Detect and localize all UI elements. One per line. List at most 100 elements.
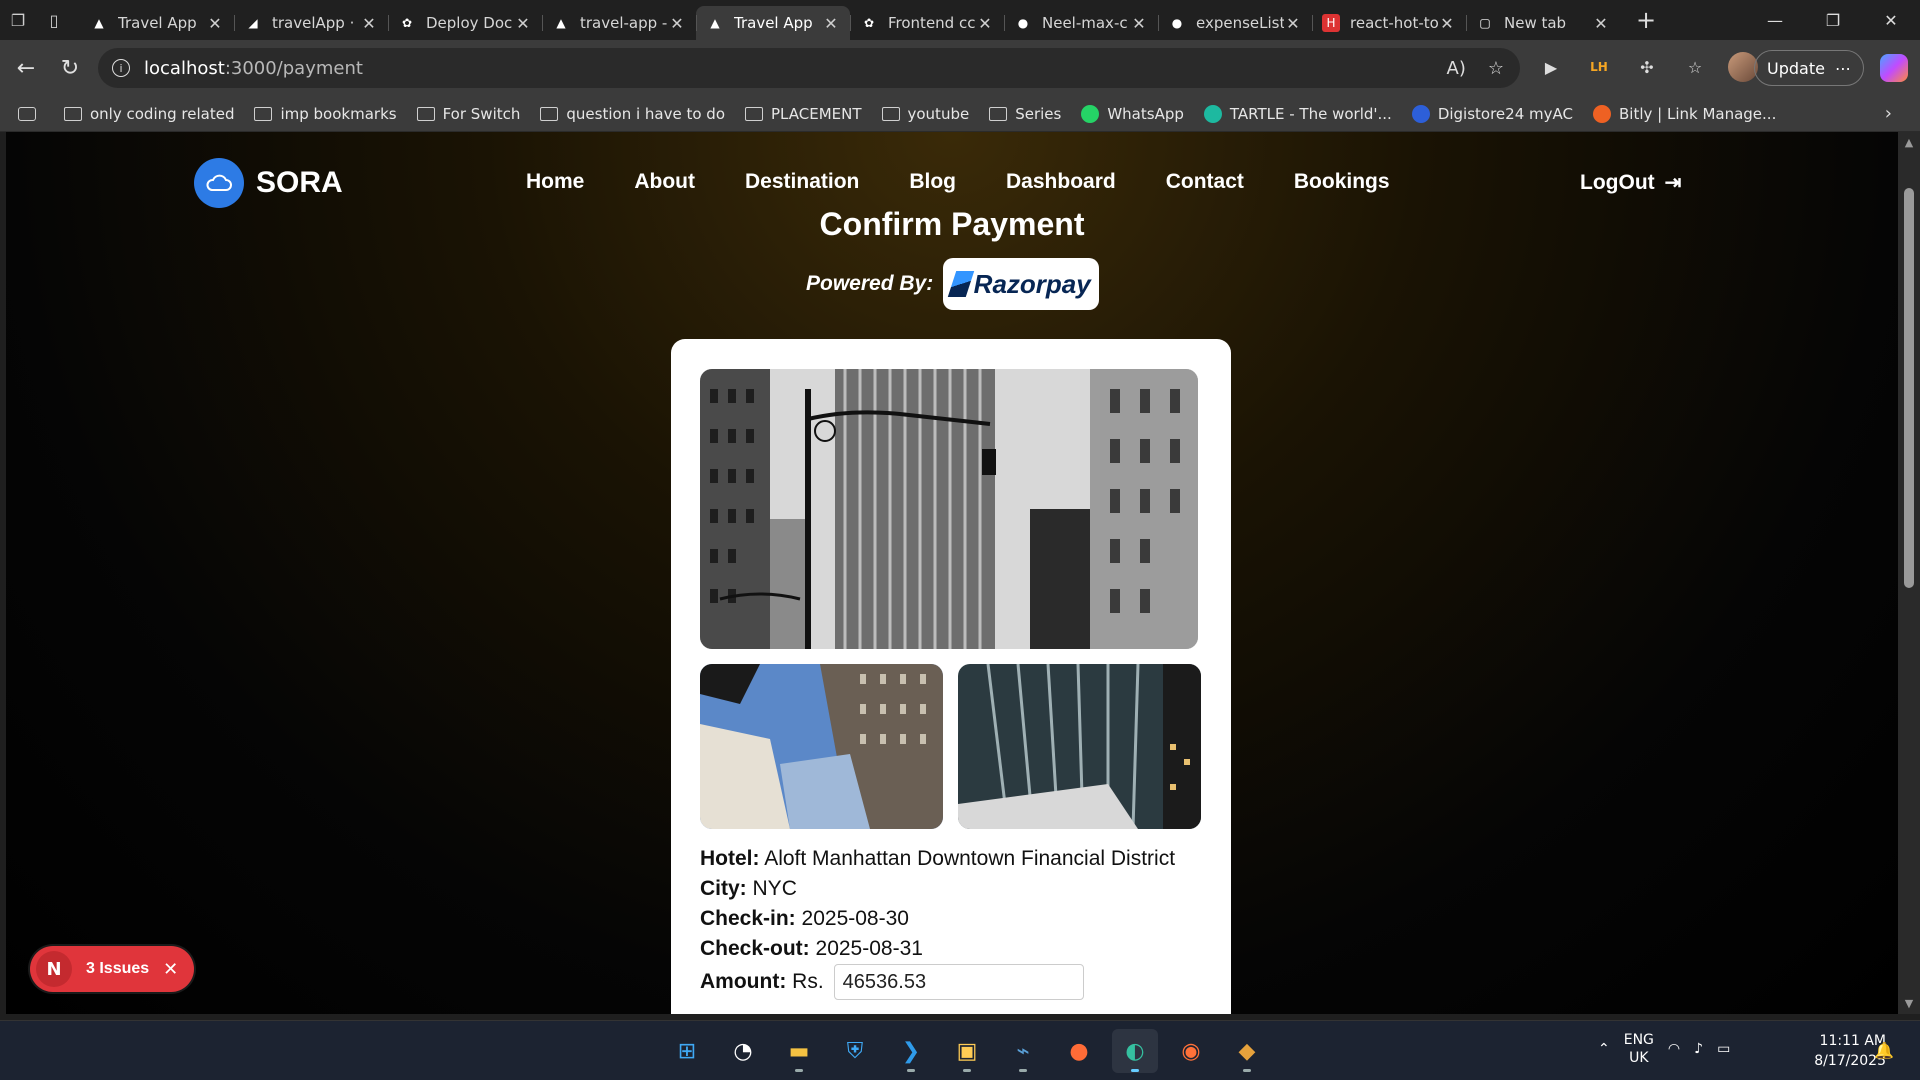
browser-tab[interactable]: ▲ Travel App ✕ [696, 6, 850, 40]
checkout-value: 2025-08-31 [815, 937, 923, 960]
browser-tab[interactable]: ✿ Deploy Doc ✕ [388, 6, 542, 40]
browser-tab[interactable]: Hreact-hot-to ✕ [1312, 6, 1466, 40]
edge-icon[interactable]: ◐ [1112, 1029, 1158, 1073]
maximize-button[interactable]: ❐ [1804, 0, 1862, 40]
issues-count[interactable]: 3 Issues [86, 960, 149, 978]
page-scrollbar[interactable]: ▲ ▼ [1898, 132, 1920, 1014]
bookmark-label: Bitly | Link Manage... [1618, 104, 1777, 123]
lighthouse-extension-icon[interactable]: LH [1584, 52, 1614, 82]
start-windows-icon[interactable]: ⊞ [664, 1029, 710, 1073]
more-menu-icon[interactable]: ⋯ [1835, 59, 1851, 78]
nav-dashboard[interactable]: Dashboard [1006, 170, 1116, 194]
volume-icon[interactable]: ♪ [1694, 1041, 1703, 1057]
close-tab-icon[interactable]: ✕ [1284, 14, 1302, 33]
clock[interactable]: 11:11 AM 8/17/2025 [1790, 1031, 1886, 1071]
read-aloud-icon[interactable]: A) [1447, 58, 1466, 79]
logout-button[interactable]: LogOut ⇥ [1580, 170, 1681, 195]
notification-bell-icon[interactable]: 🔔 [1874, 1041, 1894, 1060]
scrollbar-thumb[interactable] [1904, 188, 1914, 588]
bookmark-item[interactable]: youtube [881, 105, 969, 123]
nav-contact[interactable]: Contact [1166, 170, 1244, 194]
new-tab-button[interactable]: + [1626, 3, 1666, 37]
browser-tab[interactable]: ● Neel-max-c ✕ [1004, 6, 1158, 40]
site-logo[interactable]: SORA [194, 158, 343, 208]
bookmark-item[interactable]: Digistore24 myAC [1411, 104, 1573, 123]
favorite-star-icon[interactable]: ☆ [1488, 58, 1504, 79]
bookmark-item[interactable]: For Switch [416, 105, 520, 123]
defender-icon[interactable]: ⛨ [832, 1029, 878, 1073]
nav-blog[interactable]: Blog [909, 170, 956, 194]
scroll-up-icon[interactable]: ▲ [1898, 136, 1920, 149]
chevron-right-icon[interactable]: › [1885, 103, 1892, 124]
hotel-value: Aloft Manhattan Downtown Financial Distr… [764, 847, 1176, 870]
nextjs-issues-badge[interactable]: N 3 Issues ✕ [30, 946, 194, 992]
tab-title: react-hot-to [1350, 14, 1438, 32]
bookmark-item[interactable]: WhatsApp [1081, 104, 1184, 123]
bookmark-item[interactable]: Series [989, 105, 1061, 123]
bookmark-item[interactable]: only coding related [64, 105, 234, 123]
nav-home[interactable]: Home [526, 170, 584, 194]
browser-tab[interactable]: ▲ travel-app - ✕ [542, 6, 696, 40]
bookmark-item[interactable]: TARTLE - The world'... [1203, 104, 1392, 123]
bookmark-item[interactable]: imp bookmarks [254, 105, 397, 123]
close-tab-icon[interactable]: ✕ [1592, 14, 1610, 33]
browser-tab[interactable]: ▢ New tab ✕ [1466, 6, 1620, 40]
close-tab-icon[interactable]: ✕ [514, 14, 532, 33]
vertical-tabs-icon[interactable]: ▯ [36, 0, 72, 40]
site-info-icon[interactable]: i [112, 59, 130, 77]
chevron-up-icon[interactable]: ⌃ [1598, 1041, 1610, 1057]
reading-list-icon[interactable] [18, 106, 44, 121]
mysql-workbench-icon[interactable]: ⌁ [1000, 1029, 1046, 1073]
media-extension-icon[interactable]: ▶ [1536, 52, 1566, 82]
hotel-image-2 [700, 664, 943, 829]
checkin-label: Check-in: [700, 907, 796, 930]
checkout-label: Check-out: [700, 937, 810, 960]
scroll-down-icon[interactable]: ▼ [1898, 997, 1920, 1010]
extensions-puzzle-icon[interactable]: ✣ [1632, 52, 1662, 82]
back-button[interactable]: ← [4, 48, 48, 88]
checkin-value: 2025-08-30 [801, 907, 909, 930]
close-tab-icon[interactable]: ✕ [1438, 14, 1456, 33]
bookmark-item[interactable]: Bitly | Link Manage... [1592, 104, 1777, 123]
task-manager-icon[interactable]: ◔ [720, 1029, 766, 1073]
refresh-button[interactable]: ↻ [48, 48, 92, 88]
update-button[interactable]: Update ⋯ [1754, 50, 1864, 86]
bookmark-item[interactable]: PLACEMENT [745, 105, 862, 123]
nav-bookings[interactable]: Bookings [1294, 170, 1390, 194]
workspaces-icon[interactable]: ❐ [0, 0, 36, 40]
close-tab-icon[interactable]: ✕ [1130, 14, 1148, 33]
close-tab-icon[interactable]: ✕ [668, 14, 686, 33]
vscode-icon[interactable]: ❯ [888, 1029, 934, 1073]
browser-tab[interactable]: ● expenseList ✕ [1158, 6, 1312, 40]
browser-tab[interactable]: ✿ Frontend cc ✕ [850, 6, 1004, 40]
battery-icon[interactable]: ▭ [1717, 1041, 1730, 1057]
file-explorer-icon[interactable]: ▬ [776, 1029, 822, 1073]
nav-destination[interactable]: Destination [745, 170, 859, 194]
address-bar[interactable]: i localhost:3000/payment A) ☆ [98, 48, 1520, 88]
extensions-area: ▶ LH ✣ ☆ [1536, 52, 1758, 82]
close-window-button[interactable]: ✕ [1862, 0, 1920, 40]
favorites-icon[interactable]: ☆ [1680, 52, 1710, 82]
browser-tab[interactable]: ▲ Travel App ✕ [80, 6, 234, 40]
copilot-icon[interactable] [1880, 54, 1908, 82]
update-label: Update [1767, 58, 1825, 78]
minimize-button[interactable]: — [1746, 0, 1804, 40]
close-tab-icon[interactable]: ✕ [976, 14, 994, 33]
postman-icon[interactable]: ● [1056, 1029, 1102, 1073]
browser-tab[interactable]: ◢ travelApp · ✕ [234, 6, 388, 40]
bookmark-item[interactable]: question i have to do [540, 105, 725, 123]
close-icon[interactable]: ✕ [163, 959, 178, 980]
close-tab-icon[interactable]: ✕ [206, 14, 224, 33]
amount-input[interactable] [833, 964, 1084, 1000]
language-indicator[interactable]: ENG UK [1624, 1031, 1654, 1067]
close-tab-icon[interactable]: ✕ [360, 14, 378, 33]
chatgpt-icon: ✿ [401, 16, 413, 30]
page-viewport: SORA Home About Destination Blog Dashboa… [6, 132, 1898, 1014]
firefox-icon[interactable]: ◉ [1168, 1029, 1214, 1073]
intellij-icon[interactable]: ▣ [944, 1029, 990, 1073]
wifi-icon[interactable]: ◠ [1668, 1041, 1680, 1057]
url-host: localhost [144, 57, 225, 79]
close-tab-icon[interactable]: ✕ [822, 14, 840, 33]
nav-about[interactable]: About [634, 170, 695, 194]
git-gui-icon[interactable]: ◆ [1224, 1029, 1270, 1073]
